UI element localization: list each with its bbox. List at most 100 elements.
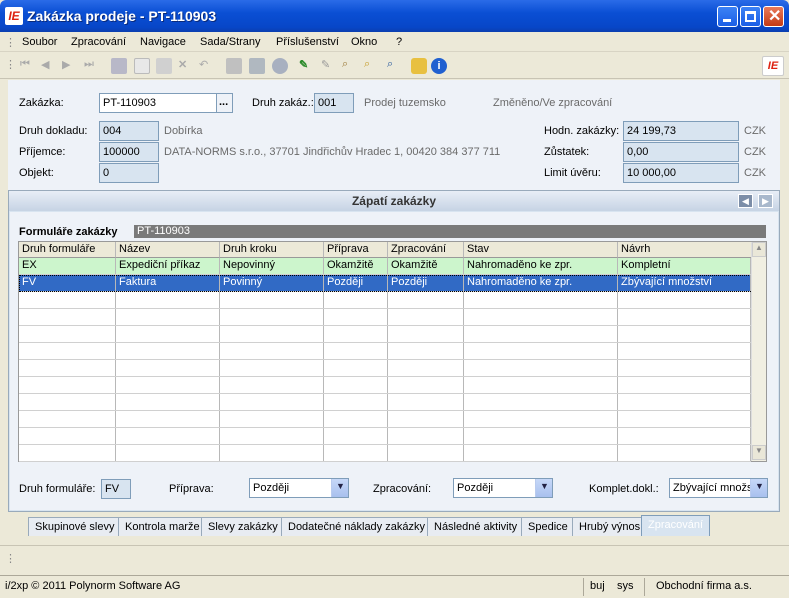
komplet-select[interactable]: Zbývající množs ▼ xyxy=(669,478,768,498)
priprava-select[interactable]: Později ▼ xyxy=(249,478,349,498)
druh-zakazky-field[interactable]: 001 xyxy=(314,93,354,113)
print-icon[interactable] xyxy=(226,58,242,74)
menu-prislusenstvi[interactable]: Příslušenství xyxy=(276,36,339,48)
table-cell[interactable] xyxy=(464,428,618,444)
table-cell[interactable] xyxy=(618,411,751,427)
menu-okno[interactable]: Okno xyxy=(351,36,377,48)
zustatek-field[interactable]: 0,00 xyxy=(623,142,739,162)
column-header[interactable]: Příprava xyxy=(324,242,388,258)
export-icon[interactable] xyxy=(249,58,265,74)
scroll-down-icon[interactable]: ▼ xyxy=(752,445,766,460)
table-cell[interactable] xyxy=(618,445,751,461)
table-cell[interactable]: Kompletní xyxy=(618,258,751,274)
search-icon[interactable]: ⌕ xyxy=(364,58,380,74)
table-cell[interactable] xyxy=(464,292,618,308)
table-cell[interactable]: EX xyxy=(19,258,116,274)
table-cell[interactable] xyxy=(324,326,388,342)
menu-navigace[interactable]: Navigace xyxy=(140,36,186,48)
table-cell[interactable]: Okamžitě xyxy=(324,258,388,274)
maximize-button[interactable] xyxy=(740,6,761,27)
tab-spedice[interactable]: Spedice xyxy=(521,517,575,536)
lock-icon[interactable] xyxy=(411,58,427,74)
table-cell[interactable] xyxy=(116,428,220,444)
druh-dokladu-field[interactable]: 004 xyxy=(99,121,159,141)
table-cell[interactable]: Okamžitě xyxy=(388,258,464,274)
limit-uveru-field[interactable]: 10 000,00 xyxy=(623,163,739,183)
table-cell[interactable]: Expediční příkaz xyxy=(116,258,220,274)
table-cell[interactable] xyxy=(19,326,116,342)
chevron-down-icon[interactable]: ▼ xyxy=(331,479,348,497)
table-cell[interactable] xyxy=(618,309,751,325)
table-cell[interactable] xyxy=(388,292,464,308)
table-cell[interactable] xyxy=(116,309,220,325)
copy-icon[interactable] xyxy=(156,58,172,74)
table-cell[interactable] xyxy=(220,309,324,325)
zpracovani-select[interactable]: Později ▼ xyxy=(453,478,553,498)
table-cell[interactable] xyxy=(464,360,618,376)
table-cell[interactable] xyxy=(116,445,220,461)
tab-kontrola-marze[interactable]: Kontrola marže xyxy=(118,517,207,536)
table-row[interactable]: EX Expediční příkaz Nepovinný Okamžitě Okamž… xyxy=(19,258,751,275)
close-button[interactable]: ✕ xyxy=(763,6,784,27)
zakazka-browse-button[interactable]: ... xyxy=(216,93,233,113)
hodn-zakazky-field[interactable]: 24 199,73 xyxy=(623,121,739,141)
table-cell[interactable] xyxy=(324,343,388,359)
column-header[interactable]: Návrh xyxy=(618,242,751,258)
menu-zpracovani[interactable]: Zpracování xyxy=(71,36,126,48)
table-cell[interactable] xyxy=(220,394,324,410)
menu-sada-strany[interactable]: Sada/Strany xyxy=(200,36,261,48)
table-cell[interactable] xyxy=(464,394,618,410)
table-cell[interactable] xyxy=(220,445,324,461)
minimize-button[interactable] xyxy=(717,6,738,27)
tab-hruby-vynos[interactable]: Hrubý výnos xyxy=(572,517,648,536)
table-cell[interactable] xyxy=(388,445,464,461)
table-cell[interactable] xyxy=(116,292,220,308)
table-cell[interactable] xyxy=(220,411,324,427)
undo-icon[interactable]: ↶ xyxy=(199,58,215,74)
table-cell[interactable] xyxy=(220,343,324,359)
table-cell[interactable] xyxy=(116,326,220,342)
chevron-down-icon[interactable]: ▼ xyxy=(750,479,767,497)
table-cell[interactable] xyxy=(388,411,464,427)
table-cell[interactable] xyxy=(220,292,324,308)
column-header[interactable]: Stav xyxy=(464,242,618,258)
table-cell[interactable]: Později xyxy=(388,275,464,291)
panel-next-button[interactable]: ▶ xyxy=(758,194,773,208)
table-cell[interactable] xyxy=(388,343,464,359)
erase-icon[interactable]: ✎ xyxy=(321,58,337,74)
table-cell[interactable]: Nepovinný xyxy=(220,258,324,274)
info-icon[interactable]: i xyxy=(431,58,447,74)
table-cell[interactable] xyxy=(618,326,751,342)
table-cell[interactable] xyxy=(388,326,464,342)
table-cell[interactable] xyxy=(388,360,464,376)
table-cell[interactable] xyxy=(388,309,464,325)
table-cell[interactable] xyxy=(220,326,324,342)
table-cell[interactable] xyxy=(220,360,324,376)
table-cell[interactable] xyxy=(220,377,324,393)
last-record-icon[interactable]: ⏭ xyxy=(84,58,100,74)
table-cell[interactable] xyxy=(19,360,116,376)
column-header[interactable]: Druh formuláře xyxy=(19,242,116,258)
table-cell[interactable] xyxy=(464,326,618,342)
table-cell[interactable] xyxy=(19,377,116,393)
table-cell[interactable] xyxy=(116,343,220,359)
table-cell[interactable] xyxy=(19,428,116,444)
chevron-down-icon[interactable]: ▼ xyxy=(535,479,552,497)
delete-icon[interactable]: ✕ xyxy=(178,58,194,74)
table-cell[interactable] xyxy=(618,343,751,359)
column-header[interactable]: Název xyxy=(116,242,220,258)
new-icon[interactable] xyxy=(134,58,150,74)
tab-nasledne-aktivity[interactable]: Následné aktivity xyxy=(427,517,525,536)
table-cell[interactable] xyxy=(464,309,618,325)
table-cell[interactable] xyxy=(464,377,618,393)
table-cell[interactable] xyxy=(19,343,116,359)
table-cell[interactable] xyxy=(324,377,388,393)
scroll-up-icon[interactable]: ▲ xyxy=(752,242,766,257)
table-cell[interactable] xyxy=(324,292,388,308)
table-cell[interactable] xyxy=(220,428,324,444)
refresh-icon[interactable] xyxy=(272,58,288,74)
table-cell[interactable] xyxy=(618,394,751,410)
table-cell[interactable] xyxy=(116,360,220,376)
prev-record-icon[interactable]: ◀ xyxy=(41,58,57,74)
table-cell[interactable] xyxy=(19,292,116,308)
